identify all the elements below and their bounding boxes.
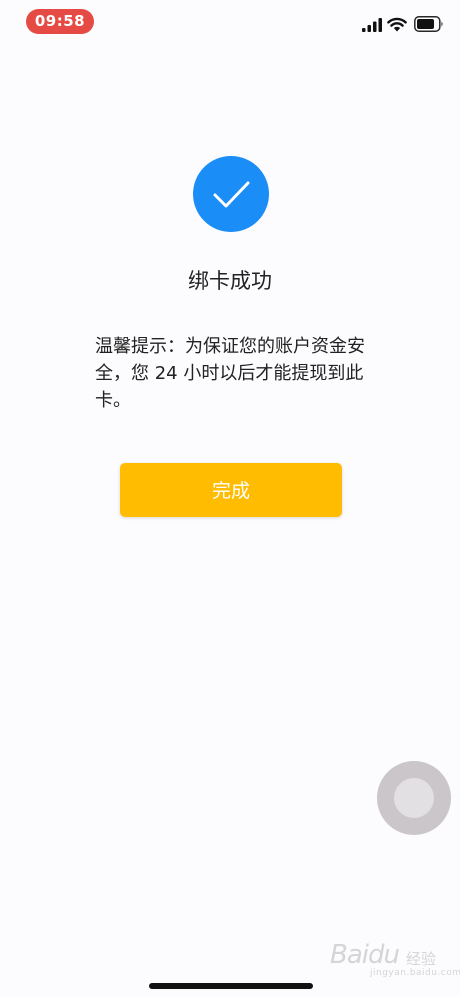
success-checkmark-icon (193, 156, 269, 232)
watermark-url: jingyan.baidu.com (370, 968, 460, 978)
status-bar: 09:58 (0, 0, 460, 44)
battery-icon (414, 16, 443, 32)
wifi-icon (387, 17, 407, 32)
watermark-logo: Baidu (330, 940, 400, 970)
checkmark-icon (213, 181, 250, 208)
home-indicator[interactable] (149, 983, 313, 989)
signal-icon (362, 18, 382, 32)
security-notice: 温馨提示：为保证您的账户资金安全，您 24 小时以后才能提现到此卡。 (95, 336, 365, 411)
result-title: 绑卡成功 (188, 269, 272, 293)
status-time: 09:58 (26, 9, 94, 34)
assistive-touch-button[interactable] (377, 761, 451, 835)
watermark-sub: 经验 (406, 950, 437, 968)
baidu-watermark: Baidu 经验 jingyan.baidu.com (330, 938, 460, 980)
assistive-touch-inner (394, 778, 434, 818)
done-button[interactable]: 完成 (120, 463, 342, 517)
